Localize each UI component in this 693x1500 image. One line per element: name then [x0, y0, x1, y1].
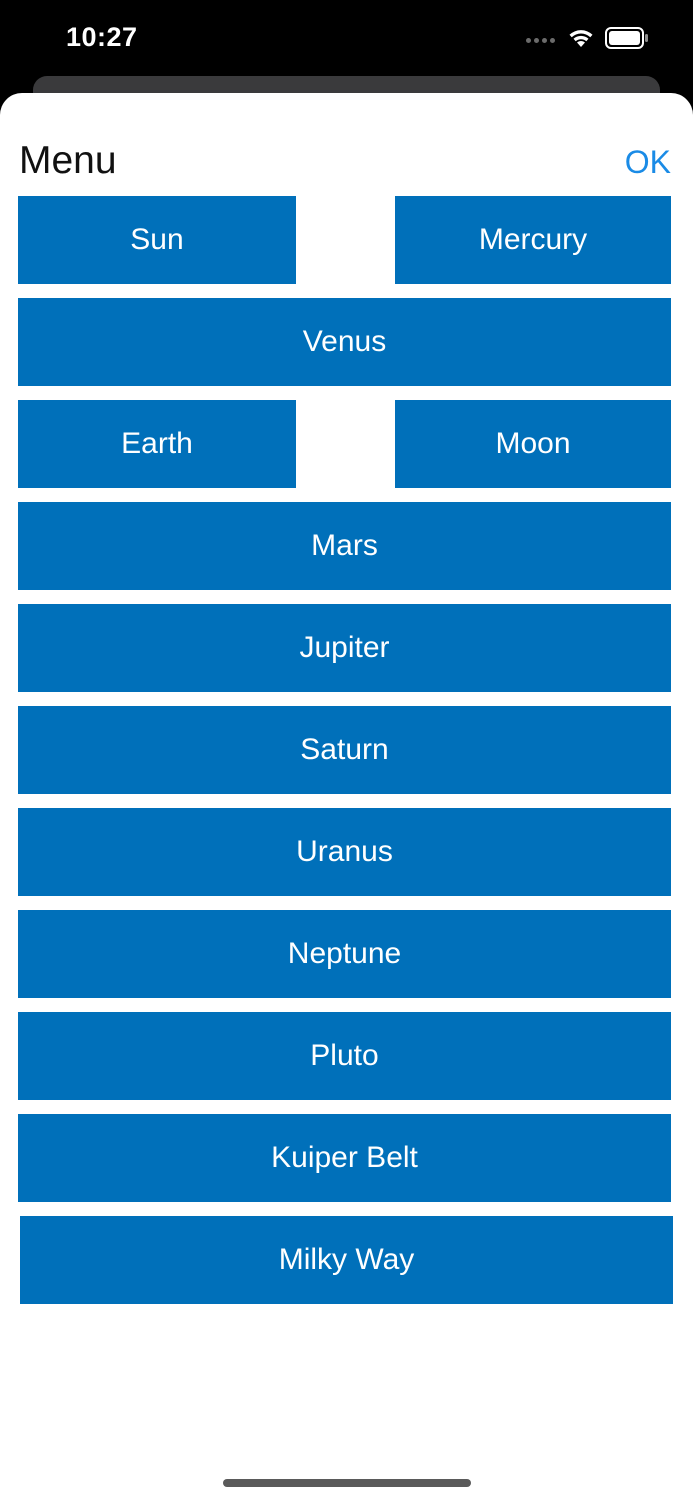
- status-time: 10:27: [66, 22, 138, 52]
- pluto-button[interactable]: Pluto: [18, 1012, 671, 1100]
- ok-button[interactable]: OK: [625, 144, 671, 181]
- wifi-icon: [567, 27, 595, 54]
- sun-button[interactable]: Sun: [18, 196, 296, 284]
- status-icons: [526, 27, 649, 54]
- page-title: Menu: [19, 139, 117, 182]
- earth-button[interactable]: Earth: [18, 400, 296, 488]
- status-bar: 10:27: [0, 0, 693, 78]
- jupiter-button[interactable]: Jupiter: [18, 604, 671, 692]
- mars-button[interactable]: Mars: [18, 502, 671, 590]
- cellular-signal-icon: [526, 38, 555, 43]
- kuiper-belt-button[interactable]: Kuiper Belt: [18, 1114, 671, 1202]
- milky-way-button[interactable]: Milky Way: [20, 1216, 673, 1304]
- moon-button[interactable]: Moon: [395, 400, 671, 488]
- mercury-button[interactable]: Mercury: [395, 196, 671, 284]
- home-indicator[interactable]: [223, 1479, 471, 1487]
- battery-icon: [605, 27, 649, 54]
- saturn-button[interactable]: Saturn: [18, 706, 671, 794]
- uranus-button[interactable]: Uranus: [18, 808, 671, 896]
- neptune-button[interactable]: Neptune: [18, 910, 671, 998]
- venus-button[interactable]: Venus: [18, 298, 671, 386]
